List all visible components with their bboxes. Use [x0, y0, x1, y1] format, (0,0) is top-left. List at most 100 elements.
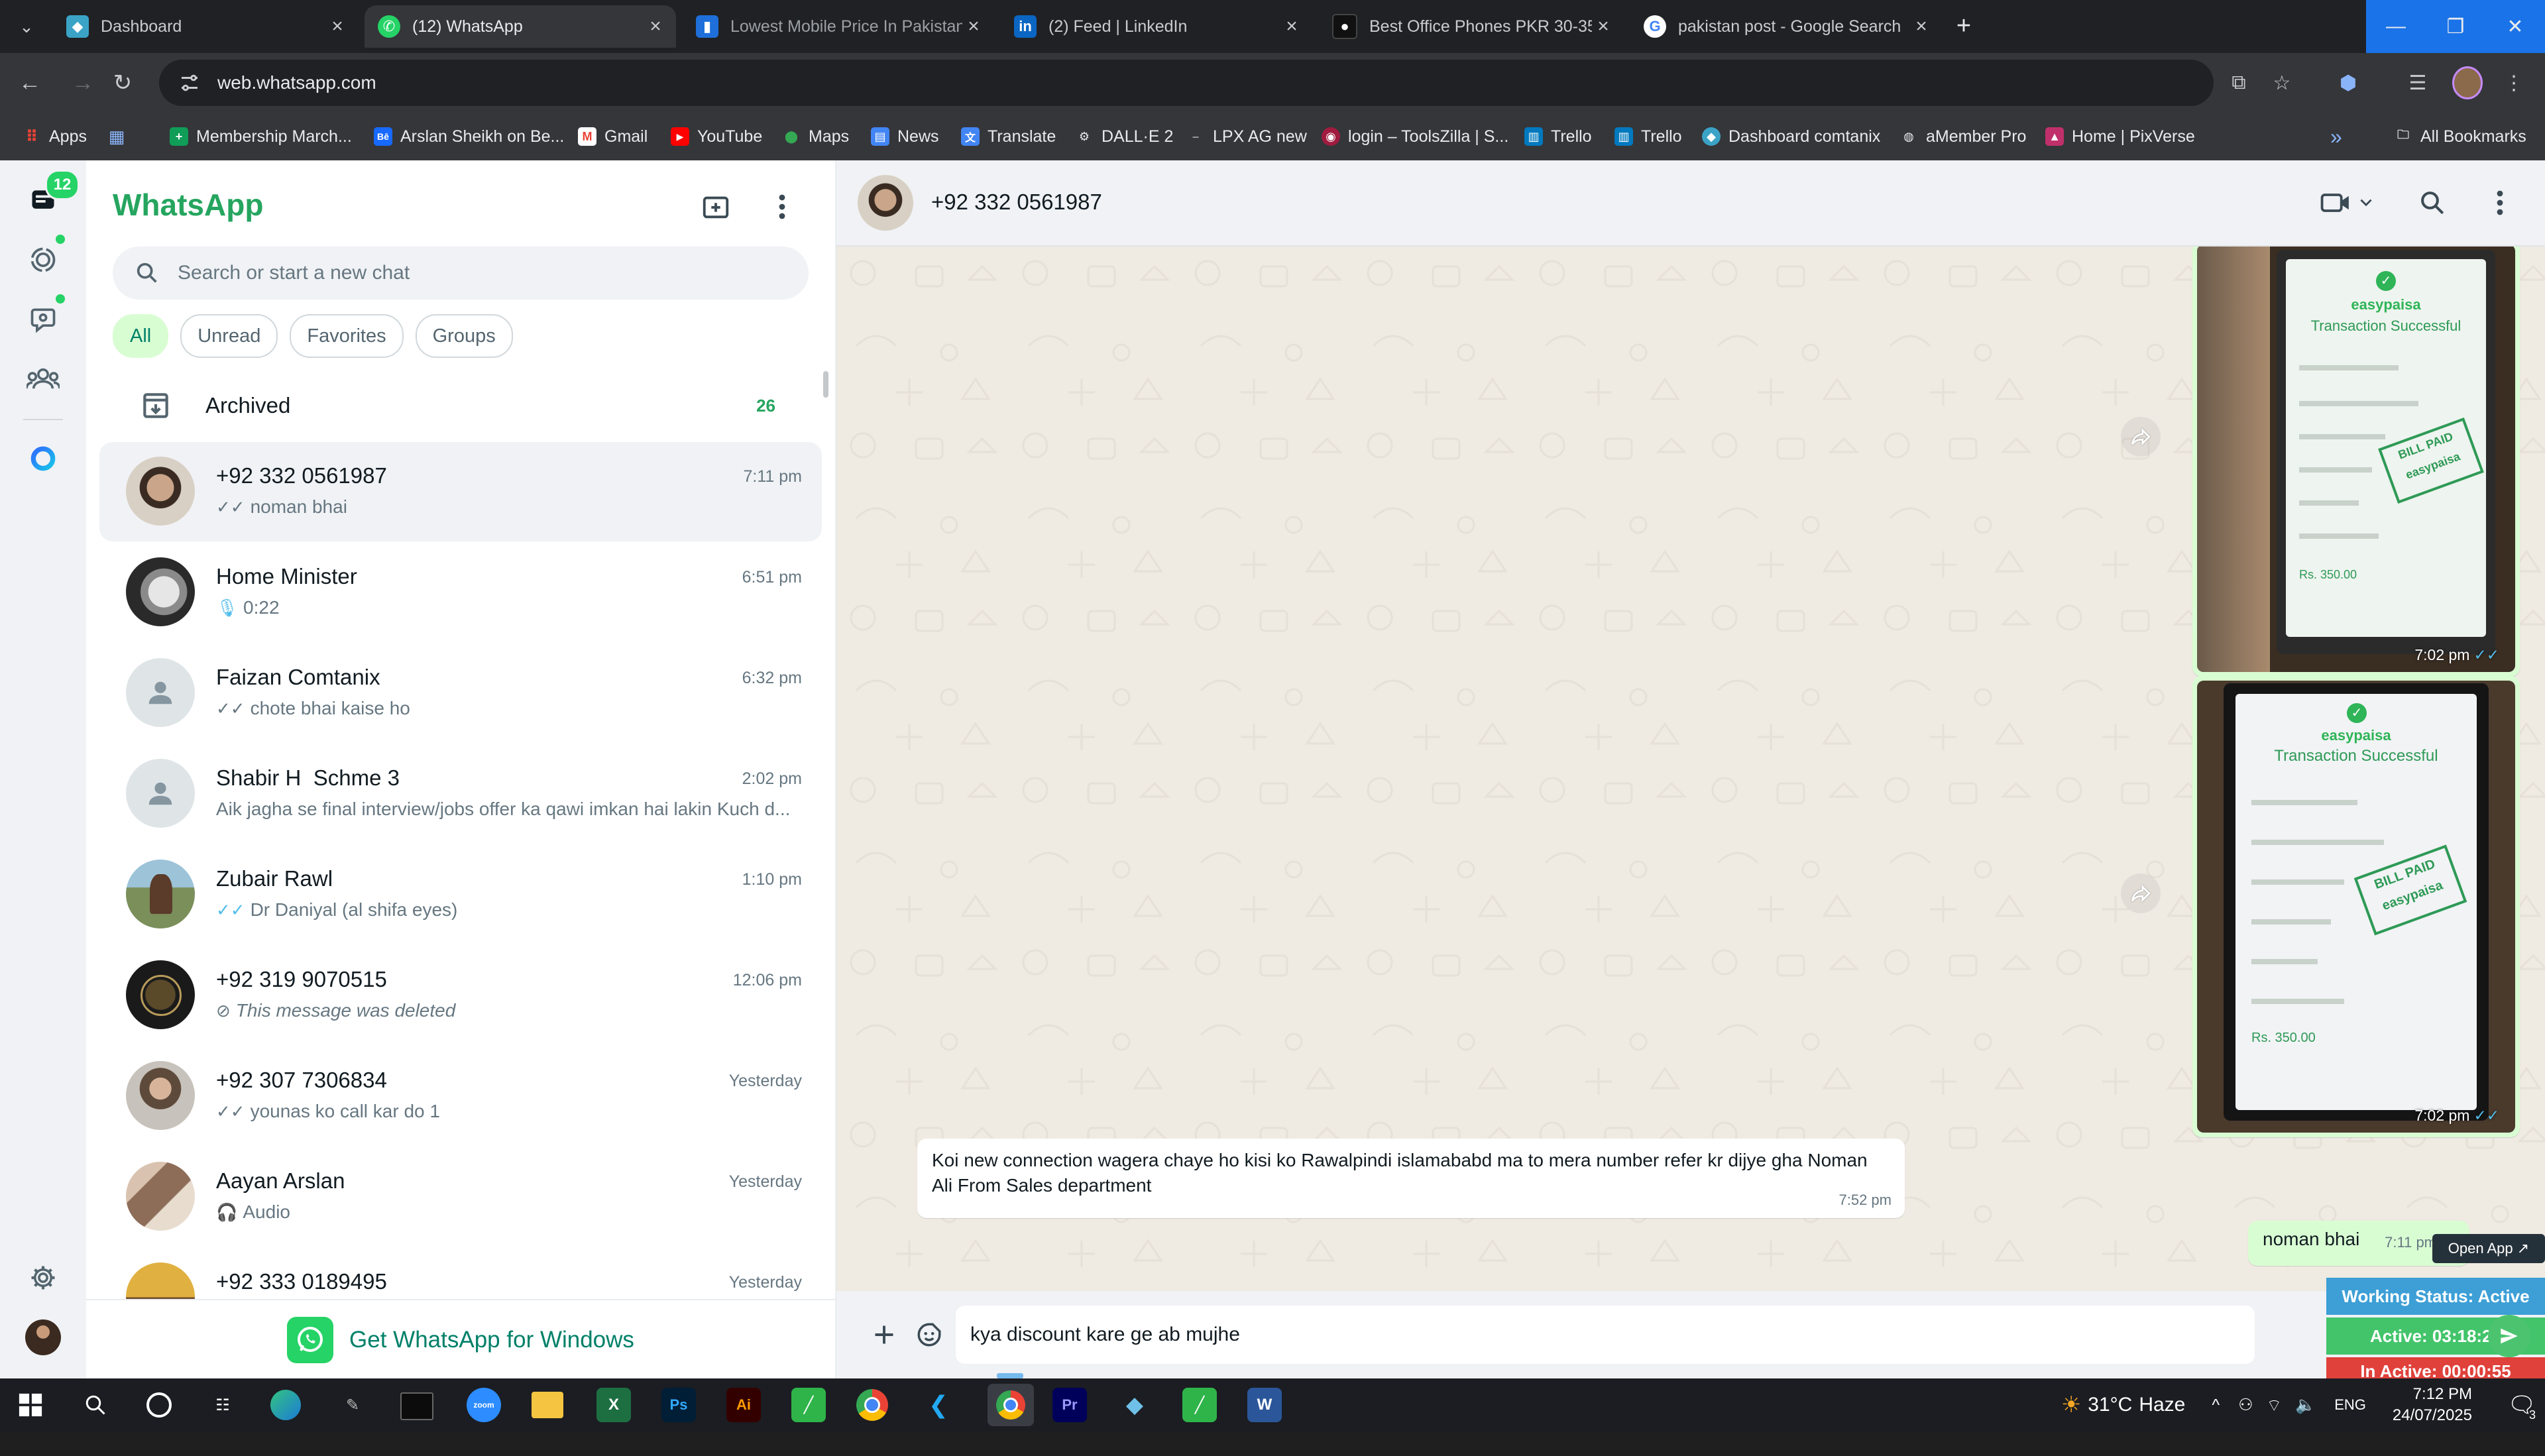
clock[interactable]: 7:12 PM 24/07/2025 — [2393, 1384, 2472, 1426]
message-input[interactable] — [969, 1323, 2231, 1347]
all-bookmarks-button[interactable]: 🗀 All Bookmarks — [2394, 122, 2526, 151]
bookmark-pixverse[interactable]: ▲ Home | PixVerse — [2045, 122, 2195, 151]
bookmark-translate[interactable]: 文 Translate — [961, 122, 1056, 151]
video-call-button[interactable] — [2314, 183, 2381, 223]
browser-tab-whatsapp[interactable]: ✆ (12) WhatsApp × — [365, 5, 676, 48]
communities-nav-button[interactable] — [23, 359, 63, 399]
browser-tab-dashboard[interactable]: ◆ Dashboard × — [53, 5, 358, 48]
chat-list-menu-button[interactable] — [762, 187, 802, 227]
close-tab-icon[interactable]: × — [1910, 15, 1933, 38]
filter-favorites[interactable]: Favorites — [290, 314, 404, 358]
forward-button[interactable] — [2121, 873, 2161, 913]
zoom-icon[interactable]: zoom — [467, 1388, 501, 1422]
minimize-button[interactable]: — — [2366, 0, 2426, 53]
chat-row[interactable]: +92 307 7306834 Yesterday ✓✓ younas ko ca… — [99, 1046, 822, 1146]
bookmark-gmail[interactable]: M Gmail — [578, 122, 648, 151]
conversation-contact-name[interactable]: +92 332 0561987 — [931, 190, 1102, 215]
channels-nav-button[interactable] — [23, 300, 63, 339]
bookmark-trello-2[interactable]: ▥ Trello — [1614, 122, 1682, 151]
file-explorer-icon[interactable] — [532, 1392, 563, 1418]
site-info-icon[interactable] — [178, 71, 201, 95]
bookmark-star-icon[interactable]: ☆ — [2267, 68, 2297, 98]
send-button[interactable] — [2488, 1315, 2530, 1357]
browser-tab-office-phones[interactable]: ● Best Office Phones PKR 30-35K × — [1319, 5, 1624, 48]
chevron-up-icon[interactable]: ^ — [2212, 1396, 2220, 1415]
restore-button[interactable]: ❐ — [2426, 0, 2485, 53]
bookmark-grid[interactable]: ▦ — [107, 122, 134, 151]
vscode-icon[interactable]: ❮ — [921, 1388, 956, 1422]
attach-button[interactable] — [864, 1315, 904, 1355]
bookmark-trello-1[interactable]: ▥ Trello — [1524, 122, 1592, 151]
message-input-box[interactable] — [956, 1306, 2255, 1364]
browser-tab-google[interactable]: G pakistan post - Google Search × — [1630, 5, 1942, 48]
weather-icon[interactable]: ☀ — [2061, 1392, 2081, 1418]
profile-avatar[interactable] — [23, 1317, 63, 1357]
close-tab-icon[interactable]: × — [962, 15, 985, 38]
chrome-active-icon[interactable] — [988, 1384, 1034, 1426]
bookmark-maps[interactable]: ⬤ Maps — [782, 122, 849, 151]
close-tab-icon[interactable]: × — [326, 15, 349, 38]
app-icon[interactable]: ◆ — [1117, 1388, 1152, 1422]
settings-nav-button[interactable] — [23, 1258, 63, 1298]
bookmark-youtube[interactable]: ▶ YouTube — [671, 122, 762, 151]
reading-list-icon[interactable]: ☰ — [2403, 68, 2433, 98]
volume-icon[interactable]: 🔈 — [2295, 1396, 2316, 1415]
start-icon[interactable] — [13, 1388, 48, 1422]
close-tab-icon[interactable]: × — [644, 15, 667, 38]
sticker-button[interactable] — [909, 1315, 949, 1355]
meta-ai-button[interactable] — [23, 439, 63, 478]
wifi-icon[interactable]: ⌔ — [2267, 1395, 2283, 1416]
pen-icon[interactable]: ✎ — [335, 1388, 370, 1422]
bookmark-dalle[interactable]: ⚙ DALL·E 2 — [1075, 122, 1173, 151]
back-button[interactable]: ← — [13, 66, 46, 99]
chrome-icon[interactable] — [856, 1389, 888, 1421]
close-window-button[interactable]: ✕ — [2485, 0, 2545, 53]
conversation-menu-button[interactable] — [2480, 183, 2520, 223]
filter-groups[interactable]: Groups — [415, 314, 513, 358]
bookmark-toolszilla[interactable]: ◉ login – ToolsZilla | S... — [1322, 122, 1508, 151]
notifications-button[interactable]: 🗨 3 — [2499, 1378, 2545, 1431]
chat-row[interactable]: Shabir H Schme 3 2:02 pm Aik jagha se fi… — [99, 744, 822, 844]
bookmark-lpx[interactable]: – LPX AG new — [1186, 122, 1307, 151]
tab-search-button[interactable]: ⌄ — [15, 15, 38, 38]
network-vpn-icon[interactable]: ⚇ — [2238, 1395, 2253, 1415]
terminal-icon[interactable] — [400, 1392, 433, 1420]
word-icon[interactable]: W — [1247, 1388, 1282, 1422]
extensions-icon[interactable]: ⬢ — [2333, 68, 2363, 98]
archived-chats-row[interactable]: Archived 26 — [113, 376, 809, 435]
excel-icon[interactable]: X — [596, 1388, 631, 1422]
reload-button[interactable]: ↻ — [106, 66, 139, 99]
green-app-2-icon[interactable]: ╱ — [1182, 1388, 1217, 1422]
open-app-button[interactable]: Open App ↗ — [2432, 1234, 2545, 1263]
chat-row[interactable]: +92 319 9070515 12:06 pm ⊘ This message w… — [99, 946, 822, 1045]
task-view-icon[interactable]: ☷ — [205, 1388, 240, 1422]
bookmark-behance[interactable]: Bē Arslan Sheikh on Be... — [374, 122, 564, 151]
browser-tab-mobile-price[interactable]: ▮ Lowest Mobile Price In Pakistan × — [683, 5, 994, 48]
premiere-icon[interactable]: Pr — [1052, 1388, 1087, 1422]
new-chat-button[interactable] — [696, 187, 736, 227]
profile-avatar[interactable] — [2452, 66, 2483, 99]
search-messages-button[interactable] — [2412, 183, 2452, 223]
contact-avatar[interactable] — [858, 175, 913, 231]
get-whatsapp-windows-banner[interactable]: Get WhatsApp for Windows — [86, 1299, 835, 1380]
browser-tab-linkedin[interactable]: in (2) Feed | LinkedIn × — [1001, 5, 1312, 48]
search-input[interactable] — [176, 261, 775, 285]
forward-button[interactable] — [2121, 417, 2161, 457]
image-message[interactable]: ✓ easypaisa Transaction Successful Rs. 3… — [2192, 676, 2520, 1137]
photoshop-icon[interactable]: Ps — [661, 1388, 696, 1422]
chat-row[interactable]: Faizan Comtanix 6:32 pm ✓✓ chote bhai kai… — [99, 644, 822, 743]
browser-menu-icon[interactable]: ⋮ — [2499, 68, 2529, 98]
sidebar-scrollbar[interactable] — [823, 371, 828, 398]
bookmark-amember[interactable]: ◍ aMember Pro — [1899, 122, 2026, 151]
chat-row[interactable]: +92 332 0561987 7:11 pm ✓✓ noman bhai — [99, 442, 822, 541]
address-bar[interactable]: web.whatsapp.com — [159, 60, 2214, 106]
more-bookmarks-button[interactable]: » — [2330, 122, 2342, 151]
filter-all[interactable]: All — [113, 314, 169, 358]
close-tab-icon[interactable]: × — [1592, 15, 1614, 38]
green-app-icon[interactable]: ╱ — [791, 1388, 826, 1422]
close-tab-icon[interactable]: × — [1280, 15, 1303, 38]
bookmark-membership[interactable]: + Membership March... — [170, 122, 352, 151]
filter-unread[interactable]: Unread — [180, 314, 278, 358]
bookmark-apps[interactable]: ⠿ Apps — [23, 122, 87, 151]
chat-row[interactable]: Zubair Rawl 1:10 pm ✓✓ Dr Daniyal (al shi… — [99, 845, 822, 944]
